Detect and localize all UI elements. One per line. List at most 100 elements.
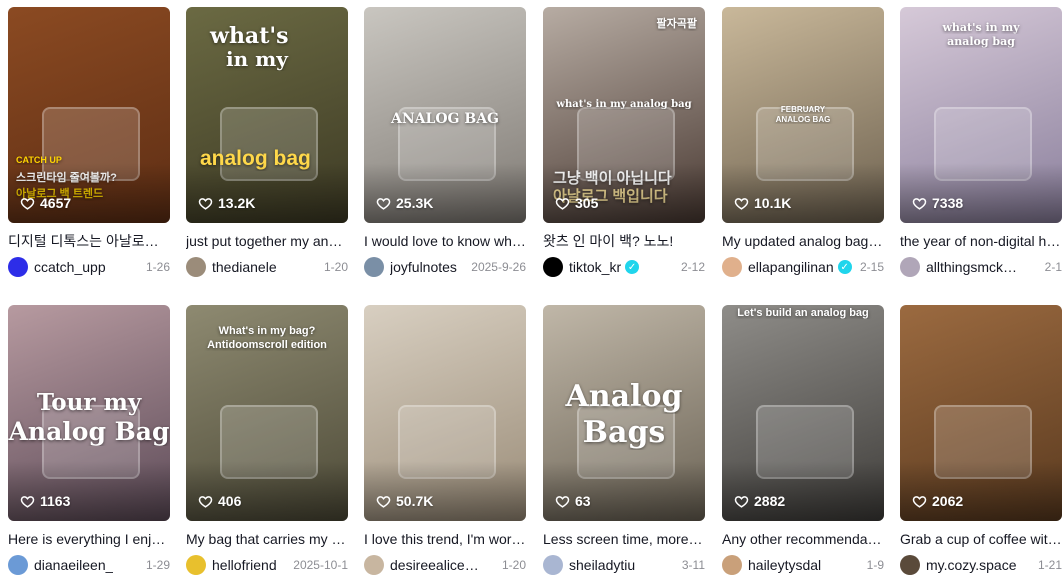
thumbnail-gradient — [543, 163, 705, 223]
overlay-text: What's in my bag? — [218, 325, 316, 337]
overlay-text: FEBRUARY — [780, 105, 826, 114]
like-count-value: 13.2K — [218, 195, 256, 211]
author-row: allthingsmckenna 2-1 — [900, 257, 1062, 277]
video-card[interactable]: 팔자곡팔what's in my analog bag그냥 백이 아닙니다아날로… — [543, 7, 705, 277]
author-username[interactable]: ccatch_upp — [34, 259, 106, 275]
like-count-value: 2062 — [932, 493, 964, 509]
video-description[interactable]: I love this trend, I'm working on it — [364, 530, 526, 548]
author-row: dianaeileen_ 1-29 — [8, 555, 170, 575]
video-description[interactable]: My bag that carries my antidoomscroll ki… — [186, 530, 348, 548]
like-count: 4657 — [20, 195, 71, 211]
video-card[interactable]: FEBRUARY ANALOG BAG 10.1K My updated analog… — [722, 7, 884, 277]
author-avatar[interactable] — [186, 555, 206, 575]
video-description[interactable]: Any other recommendations? — [722, 530, 884, 548]
author-username[interactable]: ellapangilinan — [748, 259, 834, 275]
author-row: sheiladytiu 3-11 — [543, 555, 705, 575]
video-card[interactable]: 2062 Grab a cup of coffee with me my.cozy.… — [900, 305, 1062, 575]
overlay-text: what's in my — [942, 21, 1020, 34]
heart-icon — [198, 196, 213, 211]
video-description[interactable]: Grab a cup of coffee with me — [900, 530, 1062, 548]
video-description[interactable]: Here is everything I enjoy doing offline — [8, 530, 170, 548]
author-avatar[interactable] — [8, 555, 28, 575]
video-thumbnail[interactable]: 팔자곡팔what's in my analog bag그냥 백이 아닙니다아날로… — [543, 7, 705, 223]
heart-icon — [555, 494, 570, 509]
video-card[interactable]: What's in my bag? Antidoomscroll edition 4… — [186, 305, 348, 575]
video-description[interactable]: 왓츠 인 마이 백? 노노! — [543, 232, 705, 250]
author-avatar[interactable] — [900, 555, 920, 575]
author-avatar[interactable] — [364, 257, 384, 277]
post-date: 2025-9-26 — [471, 260, 526, 274]
video-thumbnail[interactable]: Tour my Analog Bag 1163 — [8, 305, 170, 521]
author-username[interactable]: sheiladytiu — [569, 557, 635, 573]
author-username[interactable]: thedianele — [212, 259, 277, 275]
like-count: 13.2K — [198, 195, 255, 211]
video-thumbnail[interactable]: what's in my analog bag 7338 — [900, 7, 1062, 223]
heart-icon — [734, 196, 749, 211]
author-username[interactable]: tiktok_kr — [569, 259, 621, 275]
video-thumbnail[interactable]: 50.7K — [364, 305, 526, 521]
video-description[interactable]: My updated analog bag for February — [722, 232, 884, 250]
overlay-text: ANALOG BAG — [390, 111, 500, 127]
like-count-value: 63 — [575, 493, 591, 509]
video-thumbnail[interactable]: what's in my analog bag 13.2K — [186, 7, 348, 223]
overlay-text: analog bag — [947, 35, 1015, 48]
author-username[interactable]: allthingsmckenna — [926, 259, 1022, 275]
heart-icon — [376, 196, 391, 211]
author-username[interactable]: desireealicea19 — [390, 557, 486, 573]
overlay-text: Let's build an analog bag — [737, 307, 869, 319]
author-row: desireealicea19 1-20 — [364, 555, 526, 575]
author-avatar[interactable] — [186, 257, 206, 277]
author-username[interactable]: joyfulnotes — [390, 259, 457, 275]
post-date: 2-1 — [1044, 260, 1062, 274]
video-description[interactable]: I would love to know what's in your bag — [364, 232, 526, 250]
overlay-text: Bags — [582, 415, 666, 450]
video-thumbnail[interactable]: Let's build an analog bag 2882 — [722, 305, 884, 521]
author-avatar[interactable] — [722, 555, 742, 575]
video-thumbnail[interactable]: FEBRUARY ANALOG BAG 10.1K — [722, 7, 884, 223]
post-date: 1-29 — [145, 558, 170, 572]
author-avatar[interactable] — [364, 555, 384, 575]
video-card[interactable]: what's in my analog bag 7338 the year of no… — [900, 7, 1062, 277]
like-count: 25.3K — [376, 195, 433, 211]
video-card[interactable]: AnalogBags 63 Less screen time, more analo… — [543, 305, 705, 575]
like-count-value: 50.7K — [396, 493, 434, 509]
post-date: 1-26 — [145, 260, 170, 274]
author-avatar[interactable] — [543, 257, 563, 277]
author-avatar[interactable] — [8, 257, 28, 277]
overlay-text: 팔자곡팔 — [656, 18, 697, 30]
thumbnail-gradient — [543, 461, 705, 521]
video-card[interactable]: Let's build an analog bag 2882 Any other r… — [722, 305, 884, 575]
author-avatar[interactable] — [722, 257, 742, 277]
video-description[interactable]: 디지털 디톡스는 아날로그 백부터 — [8, 232, 170, 250]
video-thumbnail[interactable]: 2062 — [900, 305, 1062, 521]
video-card[interactable]: what's in my analog bag 13.2K just put toget… — [186, 7, 348, 277]
like-count: 406 — [198, 493, 241, 509]
video-card[interactable]: CATCH UP스크린타임 줄여볼까?아날로그 백 트렌드4657 디지털 디톡스… — [8, 7, 170, 277]
video-thumbnail[interactable]: ANALOG BAG 25.3K — [364, 7, 526, 223]
author-row: tiktok_kr ✓ 2-12 — [543, 257, 705, 277]
thumbnail-gradient — [900, 461, 1062, 521]
like-count: 1163 — [20, 493, 70, 509]
video-card[interactable]: ANALOG BAG 25.3K I would love to know what… — [364, 7, 526, 277]
author-username[interactable]: haileytysdal — [748, 557, 821, 573]
video-description[interactable]: the year of non-digital hobbies — [900, 232, 1062, 250]
video-thumbnail[interactable]: CATCH UP스크린타임 줄여볼까?아날로그 백 트렌드4657 — [8, 7, 170, 223]
heart-icon — [198, 494, 213, 509]
thumbnail-gradient — [186, 163, 348, 223]
like-count: 63 — [555, 493, 591, 509]
post-date: 1-20 — [323, 260, 348, 274]
video-description[interactable]: just put together my analog bag — [186, 232, 348, 250]
overlay-text: Antidoomscroll edition — [207, 339, 327, 351]
like-count: 10.1K — [734, 195, 791, 211]
author-username[interactable]: dianaeileen_ — [34, 557, 113, 573]
author-avatar[interactable] — [543, 555, 563, 575]
author-avatar[interactable] — [900, 257, 920, 277]
video-thumbnail[interactable]: What's in my bag? Antidoomscroll edition 4… — [186, 305, 348, 521]
video-card[interactable]: 50.7K I love this trend, I'm working on i… — [364, 305, 526, 575]
video-description[interactable]: Less screen time, more analog bags — [543, 530, 705, 548]
heart-icon — [734, 494, 749, 509]
video-card[interactable]: Tour my Analog Bag 1163 Here is everything … — [8, 305, 170, 575]
author-username[interactable]: hellofriend — [212, 557, 277, 573]
author-username[interactable]: my.cozy.space — [926, 557, 1017, 573]
video-thumbnail[interactable]: Analog Bags 63 — [543, 305, 705, 521]
